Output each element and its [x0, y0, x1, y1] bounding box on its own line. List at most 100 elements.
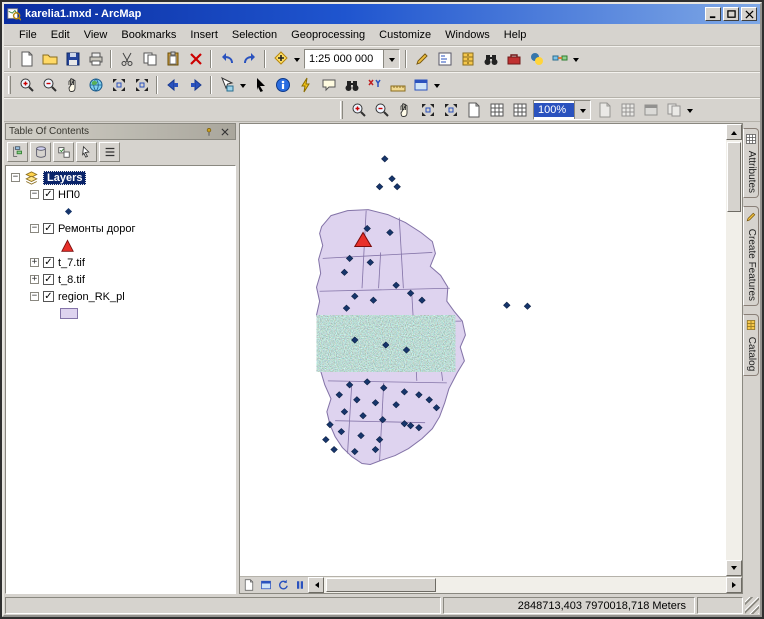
- layer-visibility-checkbox[interactable]: ✓: [43, 223, 54, 234]
- delete-button[interactable]: [184, 48, 207, 70]
- list-by-visibility-button[interactable]: [53, 142, 74, 162]
- list-by-drawing-order-button[interactable]: [7, 142, 28, 162]
- identify-tool[interactable]: [271, 74, 294, 96]
- table-of-contents-window-button[interactable]: [433, 48, 456, 70]
- close-button[interactable]: [741, 7, 757, 21]
- layout-toggle-grid-button[interactable]: [508, 99, 531, 121]
- hyperlink-tool[interactable]: [294, 74, 317, 96]
- layout-data-driven-pages-button[interactable]: [662, 99, 685, 121]
- menu-selection[interactable]: Selection: [225, 26, 284, 44]
- horizontal-scroll-thumb[interactable]: [326, 578, 436, 592]
- toolbar-overflow[interactable]: [432, 74, 442, 96]
- add-data-dropdown[interactable]: [292, 48, 302, 70]
- toc-close-button[interactable]: [218, 125, 232, 138]
- create-viewer-window-tool[interactable]: [409, 74, 432, 96]
- layout-zoom-whole-page-button[interactable]: [462, 99, 485, 121]
- refresh-view-button[interactable]: [274, 577, 291, 593]
- layout-zoom-out-tool[interactable]: [370, 99, 393, 121]
- list-by-selection-button[interactable]: [76, 142, 97, 162]
- menu-geoprocessing[interactable]: Geoprocessing: [284, 26, 372, 44]
- data-view-button[interactable]: [240, 577, 257, 593]
- expander-icon[interactable]: +: [30, 275, 39, 284]
- copy-button[interactable]: [138, 48, 161, 70]
- redo-button[interactable]: [238, 48, 261, 70]
- editor-toolbar-button[interactable]: [410, 48, 433, 70]
- scroll-left-button[interactable]: [308, 577, 324, 593]
- expander-icon[interactable]: −: [11, 173, 20, 182]
- toolbar-grip[interactable]: [8, 50, 11, 68]
- tab-create-features[interactable]: Create Features: [743, 206, 759, 306]
- toc-pin-button[interactable]: [202, 125, 216, 138]
- menu-view[interactable]: View: [77, 26, 115, 44]
- menu-edit[interactable]: Edit: [44, 26, 77, 44]
- layout-zoom-dropdown[interactable]: [574, 101, 590, 119]
- select-features-dropdown[interactable]: [238, 74, 248, 96]
- open-button[interactable]: [38, 48, 61, 70]
- layout-change-layout-button[interactable]: [639, 99, 662, 121]
- expander-icon[interactable]: −: [30, 224, 39, 233]
- fixed-zoom-in-button[interactable]: [107, 74, 130, 96]
- map-scale-dropdown[interactable]: [383, 50, 399, 68]
- layer-label[interactable]: t_8.tif: [58, 274, 85, 286]
- title-bar[interactable]: karelia1.mxd - ArcMap: [4, 4, 760, 24]
- select-features-tool[interactable]: [215, 74, 238, 96]
- layout-focus-data-frame-button[interactable]: [616, 99, 639, 121]
- tab-catalog[interactable]: Catalog: [743, 314, 759, 376]
- layout-fixed-zoom-out-button[interactable]: [439, 99, 462, 121]
- minimize-button[interactable]: [705, 7, 721, 21]
- toc-layer-row[interactable]: + ✓ t_7.tif: [6, 254, 235, 271]
- menu-customize[interactable]: Customize: [372, 26, 438, 44]
- layout-zoom-in-tool[interactable]: [347, 99, 370, 121]
- paste-button[interactable]: [161, 48, 184, 70]
- layout-zoom-combo[interactable]: 100%: [533, 100, 591, 120]
- cut-button[interactable]: [115, 48, 138, 70]
- toc-root-row[interactable]: − Layers: [6, 169, 235, 186]
- add-data-button[interactable]: [269, 48, 292, 70]
- select-elements-tool[interactable]: [248, 74, 271, 96]
- expander-icon[interactable]: +: [30, 258, 39, 267]
- toolbar-grip[interactable]: [8, 76, 11, 94]
- list-by-source-button[interactable]: [30, 142, 51, 162]
- horizontal-scrollbar[interactable]: [308, 577, 742, 593]
- save-button[interactable]: [61, 48, 84, 70]
- toolbar-grip[interactable]: [340, 101, 343, 119]
- vertical-scroll-thumb[interactable]: [727, 142, 741, 212]
- window-resize-grip[interactable]: [745, 597, 759, 614]
- go-forward-extent-button[interactable]: [184, 74, 207, 96]
- layer-visibility-checkbox[interactable]: ✓: [43, 257, 54, 268]
- map-view[interactable]: [240, 124, 726, 576]
- layer-label[interactable]: Ремонты дорог: [58, 223, 136, 235]
- layout-toggle-draft-mode-button[interactable]: [593, 99, 616, 121]
- measure-tool[interactable]: [386, 74, 409, 96]
- pause-drawing-button[interactable]: [291, 577, 308, 593]
- expander-icon[interactable]: −: [30, 292, 39, 301]
- menu-windows[interactable]: Windows: [438, 26, 497, 44]
- toolbar-overflow[interactable]: [685, 99, 695, 121]
- menu-help[interactable]: Help: [497, 26, 534, 44]
- zoom-out-tool[interactable]: [38, 74, 61, 96]
- print-button[interactable]: [84, 48, 107, 70]
- toc-layer-row[interactable]: − ✓ Ремонты дорог: [6, 220, 235, 237]
- scroll-up-button[interactable]: [726, 124, 742, 140]
- vertical-scrollbar[interactable]: [726, 124, 742, 576]
- layer-visibility-checkbox[interactable]: ✓: [43, 274, 54, 285]
- arctoolbox-button[interactable]: [502, 48, 525, 70]
- modelbuilder-button[interactable]: [548, 48, 571, 70]
- toc-options-button[interactable]: [99, 142, 120, 162]
- python-window-button[interactable]: [525, 48, 548, 70]
- fixed-zoom-out-button[interactable]: [130, 74, 153, 96]
- maximize-button[interactable]: [723, 7, 739, 21]
- menu-file[interactable]: File: [12, 26, 44, 44]
- toc-root-label[interactable]: Layers: [43, 171, 86, 185]
- layer-label[interactable]: t_7.tif: [58, 257, 85, 269]
- undo-button[interactable]: [215, 48, 238, 70]
- new-map-button[interactable]: [15, 48, 38, 70]
- full-extent-button[interactable]: [84, 74, 107, 96]
- toc-layer-row[interactable]: + ✓ t_8.tif: [6, 271, 235, 288]
- find-button[interactable]: [340, 74, 363, 96]
- scroll-right-button[interactable]: [726, 577, 742, 593]
- layout-fixed-zoom-in-button[interactable]: [416, 99, 439, 121]
- menu-insert[interactable]: Insert: [183, 26, 225, 44]
- html-popup-tool[interactable]: [317, 74, 340, 96]
- toc-layer-row[interactable]: − ✓ НП0: [6, 186, 235, 203]
